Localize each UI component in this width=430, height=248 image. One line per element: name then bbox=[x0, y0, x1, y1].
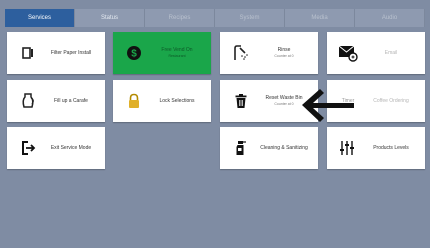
email-icon bbox=[335, 40, 361, 66]
spray-bottle-icon bbox=[228, 135, 254, 161]
lock-selections-button[interactable]: Lock Selections bbox=[113, 80, 211, 122]
exit-service-mode-label: Exit Service Mode bbox=[50, 145, 92, 151]
filter-paper-icon bbox=[15, 40, 41, 66]
filter-paper-label: Filter Paper Install bbox=[50, 50, 92, 56]
products-levels-button[interactable]: Products Levels bbox=[327, 127, 425, 169]
tab-system[interactable]: System bbox=[215, 9, 285, 27]
email-button[interactable]: Email bbox=[327, 32, 425, 74]
tab-recipes[interactable]: Recipes bbox=[145, 9, 215, 27]
tab-services[interactable]: Services bbox=[5, 9, 75, 27]
rinse-button[interactable]: Rinse Counter at 0 bbox=[220, 32, 318, 74]
free-vend-sub: Restaurant bbox=[168, 54, 186, 58]
left-arrow-pointer-icon bbox=[300, 86, 358, 129]
trash-icon bbox=[228, 88, 254, 114]
exit-icon bbox=[15, 135, 41, 161]
exit-service-mode-button[interactable]: Exit Service Mode bbox=[7, 127, 105, 169]
tab-media[interactable]: Media bbox=[285, 9, 355, 27]
carafe-icon bbox=[15, 88, 41, 114]
filter-paper-install-button[interactable]: Filter Paper Install bbox=[7, 32, 105, 74]
rinse-sub: Counter at 0 bbox=[274, 54, 294, 58]
service-screen: Services Status Recipes System Media Aud… bbox=[0, 0, 430, 248]
cleaning-sanitizing-label: Cleaning & Sanitizing bbox=[260, 145, 308, 151]
lock-icon bbox=[121, 88, 147, 114]
email-label: Email bbox=[384, 50, 398, 56]
free-vend-button[interactable]: $ Free Vend On Restaurant bbox=[113, 32, 211, 74]
free-vend-label: Free Vend On Restaurant bbox=[147, 47, 211, 59]
svg-text:$: $ bbox=[131, 49, 137, 60]
tab-bar: Services Status Recipes System Media Aud… bbox=[5, 9, 425, 27]
sliders-icon bbox=[335, 135, 361, 161]
dollar-icon: $ bbox=[121, 40, 147, 66]
coffee-ordering-label: Coffee Ordering bbox=[373, 98, 409, 104]
tab-audio[interactable]: Audio bbox=[355, 9, 425, 27]
fill-carafe-button[interactable]: Fill up a Carafe bbox=[7, 80, 105, 122]
cleaning-sanitizing-button[interactable]: Cleaning & Sanitizing bbox=[220, 127, 318, 169]
shower-icon bbox=[228, 40, 254, 66]
lock-selections-label: Lock Selections bbox=[159, 98, 195, 104]
products-levels-label: Products Levels bbox=[373, 145, 409, 151]
fill-carafe-label: Fill up a Carafe bbox=[54, 98, 88, 104]
tab-status[interactable]: Status bbox=[75, 9, 145, 27]
rinse-label: Rinse Counter at 0 bbox=[254, 47, 318, 59]
